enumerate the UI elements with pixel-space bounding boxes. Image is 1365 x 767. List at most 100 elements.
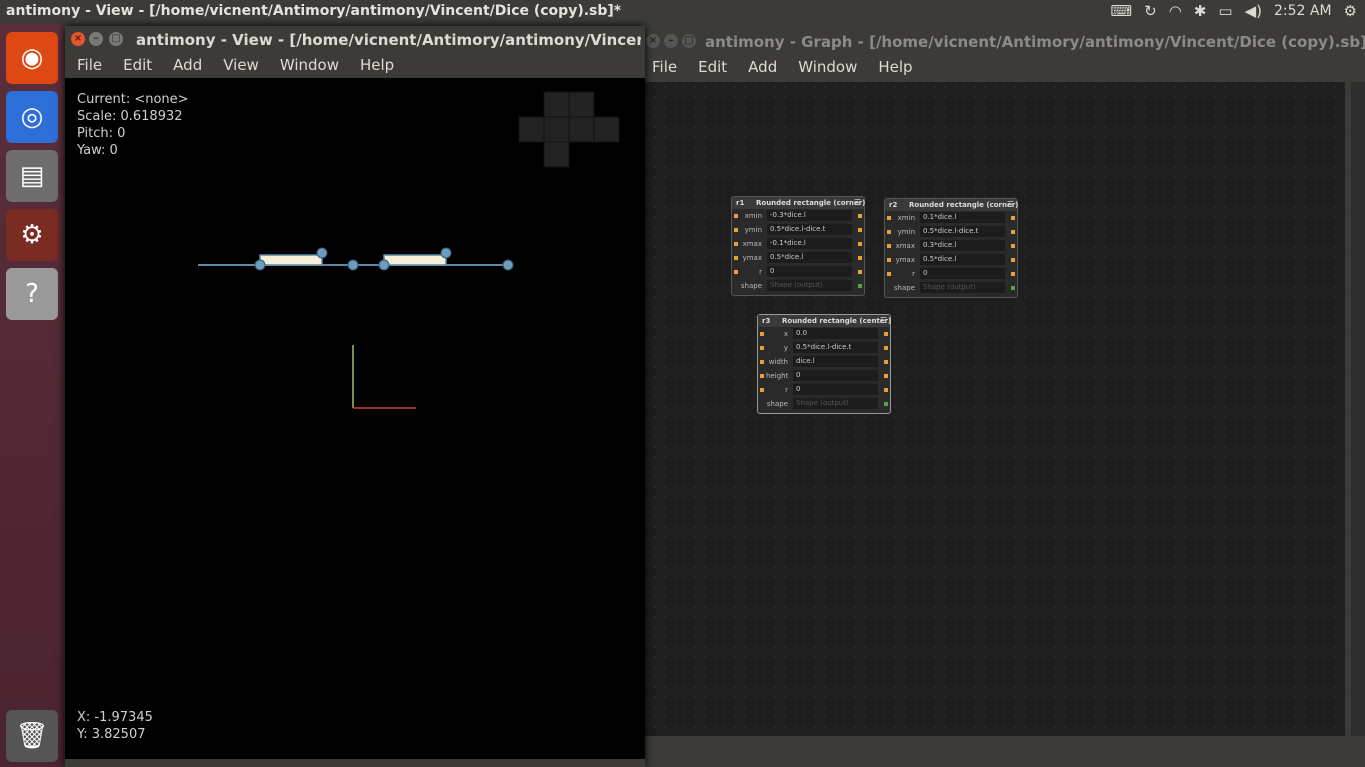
battery-icon[interactable]: ▭	[1218, 2, 1232, 20]
input-port[interactable]	[760, 388, 764, 392]
param-field[interactable]: 0.5*dice.l	[767, 252, 852, 263]
input-port[interactable]	[734, 256, 738, 260]
files-icon[interactable]: ▤	[6, 150, 58, 202]
sync-icon[interactable]: ↻	[1144, 2, 1157, 20]
shape-rect-r1[interactable]	[259, 254, 323, 266]
node-name[interactable]: r1	[736, 199, 744, 207]
minimize-button[interactable]: –	[664, 34, 678, 48]
output-port[interactable]	[884, 346, 888, 350]
param-field[interactable]: 0.0	[793, 328, 878, 339]
param-field[interactable]: 0	[767, 266, 852, 277]
output-port[interactable]	[1011, 258, 1015, 262]
graph-canvas[interactable]: r1 Rounded rectangle (corner) ☰ xmin -0.3*d…	[640, 82, 1345, 736]
node-menu-icon[interactable]: ☰	[1007, 200, 1014, 209]
param-field[interactable]: 0.5*dice.l-dice.t	[920, 226, 1005, 237]
input-port[interactable]	[887, 258, 891, 262]
param-field[interactable]: -0.3*dice.l	[767, 210, 852, 221]
menu-file[interactable]: File	[65, 54, 111, 78]
menu-help[interactable]: Help	[866, 56, 921, 80]
output-port[interactable]	[884, 332, 888, 336]
maximize-button[interactable]: □	[109, 32, 123, 46]
settings-icon[interactable]: ⚙	[6, 209, 58, 261]
param-field[interactable]: dice.l	[793, 356, 878, 367]
input-port[interactable]	[760, 346, 764, 350]
node-r3[interactable]: r3 Rounded rectangle (center) ☰ x 0.0 y 0.5*…	[757, 314, 891, 414]
input-port[interactable]	[734, 270, 738, 274]
control-handle[interactable]	[502, 259, 514, 271]
menu-window[interactable]: Window	[786, 56, 866, 80]
node-menu-icon[interactable]: ☰	[880, 316, 887, 325]
input-port[interactable]	[887, 272, 891, 276]
param-field[interactable]: 0	[920, 268, 1005, 279]
param-field[interactable]: 0	[793, 370, 878, 381]
param-field[interactable]: 0.3*dice.l	[920, 240, 1005, 251]
param-field[interactable]: -0.1*dice.l	[767, 238, 852, 249]
output-port[interactable]	[858, 270, 862, 274]
shape-output-port[interactable]	[884, 402, 888, 406]
input-port[interactable]	[760, 360, 764, 364]
shape-output-port[interactable]	[858, 284, 862, 288]
menu-add[interactable]: Add	[161, 54, 211, 78]
control-handle[interactable]	[440, 247, 452, 259]
output-port[interactable]	[884, 374, 888, 378]
help-icon[interactable]: ?	[6, 268, 58, 320]
menu-edit[interactable]: Edit	[111, 54, 161, 78]
output-port[interactable]	[858, 214, 862, 218]
node-r2[interactable]: r2 Rounded rectangle (corner) ☰ xmin 0.1*di…	[884, 198, 1018, 298]
ubuntu-dash-icon[interactable]: ◉	[6, 32, 58, 84]
view-canvas[interactable]: Current: <none> Scale: 0.618932 Pitch: 0…	[65, 78, 645, 759]
view-cube[interactable]	[518, 91, 620, 168]
param-field[interactable]: 0.5*dice.l-dice.t	[767, 224, 852, 235]
output-port[interactable]	[858, 228, 862, 232]
trash-icon[interactable]: 🗑	[6, 710, 58, 762]
chrome-icon[interactable]: ◎	[6, 91, 58, 143]
output-port[interactable]	[1011, 216, 1015, 220]
volume-icon[interactable]: ◀)	[1245, 2, 1262, 20]
node-name[interactable]: r2	[889, 201, 897, 209]
output-port[interactable]	[1011, 272, 1015, 276]
output-port[interactable]	[884, 360, 888, 364]
output-port[interactable]	[1011, 244, 1015, 248]
close-button[interactable]: ×	[71, 32, 85, 46]
input-port[interactable]	[734, 214, 738, 218]
param-field[interactable]: 0.5*dice.l-dice.t	[793, 342, 878, 353]
input-port[interactable]	[760, 332, 764, 336]
input-port[interactable]	[760, 374, 764, 378]
input-port[interactable]	[734, 228, 738, 232]
param-field[interactable]: 0	[793, 384, 878, 395]
param-field[interactable]: 0.5*dice.l	[920, 254, 1005, 265]
view-scene[interactable]	[65, 78, 645, 759]
control-handle[interactable]	[254, 259, 266, 271]
output-port[interactable]	[884, 388, 888, 392]
input-port[interactable]	[734, 242, 738, 246]
graph-titlebar[interactable]: × – □ antimony - Graph - [/home/vicnent/…	[640, 28, 1365, 56]
node-name[interactable]: r3	[762, 317, 770, 325]
shape-output-port[interactable]	[1011, 286, 1015, 290]
node-r1[interactable]: r1 Rounded rectangle (corner) ☰ xmin -0.3*d…	[731, 196, 865, 296]
vertical-scrollbar[interactable]	[1351, 82, 1365, 736]
menu-view[interactable]: View	[211, 54, 268, 78]
clock[interactable]: 2:52 AM	[1274, 3, 1332, 19]
control-handle[interactable]	[316, 247, 328, 259]
wifi-icon[interactable]: ◠	[1169, 2, 1182, 20]
output-port[interactable]	[1011, 230, 1015, 234]
minimize-button[interactable]: –	[89, 32, 103, 46]
input-port[interactable]	[887, 216, 891, 220]
control-handle[interactable]	[378, 259, 390, 271]
output-port[interactable]	[858, 256, 862, 260]
menu-help[interactable]: Help	[348, 54, 403, 78]
maximize-button[interactable]: □	[682, 34, 696, 48]
control-handle[interactable]	[347, 259, 359, 271]
menu-file[interactable]: File	[640, 56, 686, 80]
keyboard-icon[interactable]: ⌨	[1111, 2, 1133, 20]
close-button[interactable]: ×	[646, 34, 660, 48]
input-port[interactable]	[887, 244, 891, 248]
view-titlebar[interactable]: × – □ antimony - View - [/home/vicnent/A…	[65, 26, 645, 54]
input-port[interactable]	[887, 230, 891, 234]
menu-window[interactable]: Window	[268, 54, 348, 78]
shape-rect-r2[interactable]	[383, 254, 447, 266]
menu-edit[interactable]: Edit	[686, 56, 736, 80]
node-menu-icon[interactable]: ☰	[854, 198, 861, 207]
output-port[interactable]	[858, 242, 862, 246]
gear-icon[interactable]: ⚙	[1344, 2, 1357, 20]
